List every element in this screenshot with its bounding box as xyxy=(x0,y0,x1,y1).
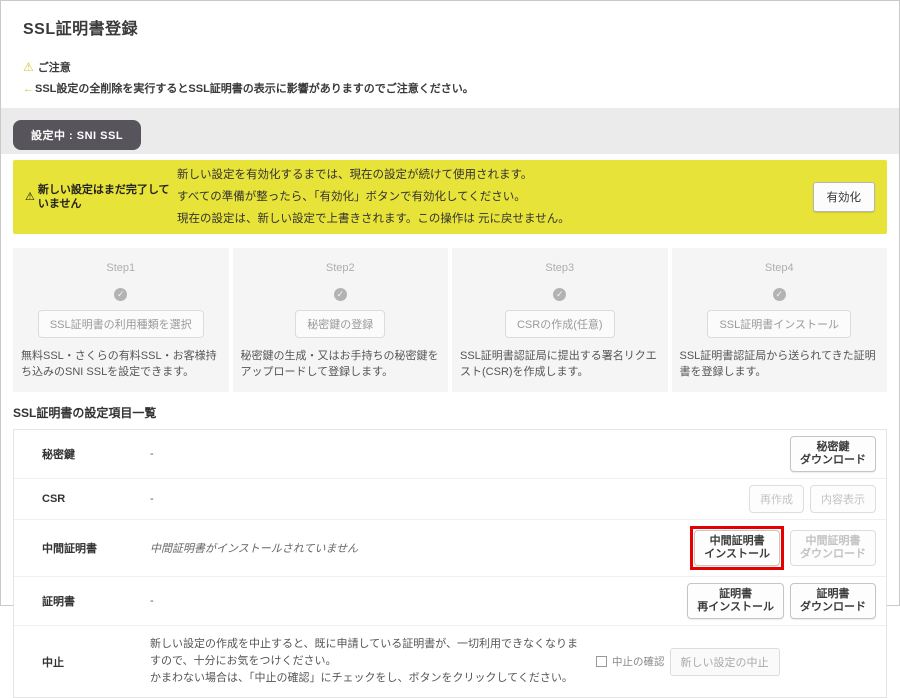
row-label: CSR xyxy=(14,493,150,505)
row-value: - xyxy=(150,448,790,460)
check-circle-icon: ✓ xyxy=(553,288,566,301)
button-label-line: ダウンロード xyxy=(800,601,866,614)
certificate-download-button[interactable]: 証明書 ダウンロード xyxy=(790,583,876,619)
button-label-line: 証明書 xyxy=(800,588,866,601)
button-label-line: ダウンロード xyxy=(800,548,866,561)
check-circle-icon: ✓ xyxy=(334,288,347,301)
arrow-bullet-icon: ← xyxy=(23,83,34,95)
alert-title-group: ⚠ 新しい設定はまだ完了していません xyxy=(25,183,177,212)
button-label-line: 秘密鍵 xyxy=(800,441,866,454)
page-header: SSL証明書登録 xyxy=(1,1,899,39)
abort-new-config-button[interactable]: 新しい設定の中止 xyxy=(670,648,780,676)
alert-title: 新しい設定はまだ完了していません xyxy=(38,183,177,212)
csr-recreate-button[interactable]: 再作成 xyxy=(749,485,804,513)
intermediate-cert-install-button[interactable]: 中間証明書 インストール xyxy=(694,530,780,566)
alert-line-1: 新しい設定を有効化するまでは、現在の設定が続けて使用されます。 xyxy=(177,164,803,186)
red-highlight-annotation: 中間証明書 インストール xyxy=(690,526,784,570)
step1-action-button[interactable]: SSL証明書の利用種類を選択 xyxy=(38,310,204,338)
row-label: 秘密鍵 xyxy=(14,446,150,462)
step-card-1: Step1 ✓ SSL証明書の利用種類を選択 無料SSL・さくらの有料SSL・お… xyxy=(13,248,229,392)
step4-description: SSL証明書認証局から送られてきた証明書を登録します。 xyxy=(678,348,882,380)
step4-action-button[interactable]: SSL証明書インストール xyxy=(707,310,851,338)
button-label-line: 中間証明書 xyxy=(704,535,770,548)
abort-text-1: 新しい設定の作成を中止すると、既に申請している証明書が、一切利用できなくなります… xyxy=(150,636,582,670)
step4-name: Step4 xyxy=(678,262,882,274)
check-circle-icon: ✓ xyxy=(773,288,786,301)
alert-warning-icon: ⚠ xyxy=(25,190,35,204)
row-label: 中止 xyxy=(14,654,150,670)
step3-description: SSL証明書認証局に提出する署名リクエスト(CSR)を作成します。 xyxy=(458,348,662,380)
step3-name: Step3 xyxy=(458,262,662,274)
settings-table: 秘密鍵 - 秘密鍵 ダウンロード CSR - 再作成 内容表示 中間証明書 中間… xyxy=(13,429,887,698)
step-card-2: Step2 ✓ 秘密鍵の登録 秘密鍵の生成・又はお手持ちの秘密鍵をアップロードし… xyxy=(233,248,449,392)
activate-button[interactable]: 有効化 xyxy=(813,182,876,212)
row-value: - xyxy=(150,595,687,607)
private-key-download-button[interactable]: 秘密鍵 ダウンロード xyxy=(790,436,876,472)
abort-confirm-checkbox[interactable] xyxy=(596,656,607,667)
intermediate-cert-download-button[interactable]: 中間証明書 ダウンロード xyxy=(790,530,876,566)
warning-triangle-icon: ⚠ xyxy=(23,61,34,73)
alert-line-3: 現在の設定は、新しい設定で上書きされます。この操作は 元に戻せません。 xyxy=(177,208,803,230)
row-abort: 中止 新しい設定の作成を中止すると、既に申請している証明書が、一切利用できなくな… xyxy=(14,626,886,697)
abort-description: 新しい設定の作成を中止すると、既に申請している証明書が、一切利用できなくなります… xyxy=(150,636,582,687)
button-label-line: インストール xyxy=(704,548,770,561)
step1-description: 無料SSL・さくらの有料SSL・お客様持ち込みのSNI SSLを設定できます。 xyxy=(19,348,223,380)
caution-text: SSL設定の全削除を実行するとSSL証明書の表示に影響がありますのでご注意くださ… xyxy=(35,83,474,95)
button-label-line: 再インストール xyxy=(697,601,774,614)
row-private-key: 秘密鍵 - 秘密鍵 ダウンロード xyxy=(14,430,886,479)
row-value: 中間証明書がインストールされていません xyxy=(150,540,690,556)
step-card-4: Step4 ✓ SSL証明書インストール SSL証明書認証局から送られてきた証明… xyxy=(672,248,888,392)
caution-title: ご注意 xyxy=(38,59,71,75)
step3-action-button[interactable]: CSRの作成(任意) xyxy=(505,310,615,338)
row-label: 中間証明書 xyxy=(14,540,150,556)
step2-name: Step2 xyxy=(239,262,443,274)
alert-description: 新しい設定を有効化するまでは、現在の設定が続けて使用されます。 すべての準備が整… xyxy=(177,164,803,230)
abort-controls: 中止の確認 新しい設定の中止 xyxy=(596,648,780,676)
button-label-line: ダウンロード xyxy=(800,454,866,467)
step2-description: 秘密鍵の生成・又はお手持ちの秘密鍵をアップロードして登録します。 xyxy=(239,348,443,380)
steps-strip: Step1 ✓ SSL証明書の利用種類を選択 無料SSL・さくらの有料SSL・お… xyxy=(13,248,887,392)
abort-confirm-label: 中止の確認 xyxy=(612,654,665,669)
status-band: 設定中 : SNI SSL xyxy=(1,108,899,154)
row-csr: CSR - 再作成 内容表示 xyxy=(14,479,886,520)
page-title: SSL証明書登録 xyxy=(23,15,877,39)
certificate-reinstall-button[interactable]: 証明書 再インストール xyxy=(687,583,784,619)
row-intermediate-cert: 中間証明書 中間証明書がインストールされていません 中間証明書 インストール 中… xyxy=(14,520,886,577)
alert-line-2: すべての準備が整ったら、「有効化」ボタンで有効化してください。 xyxy=(177,186,803,208)
row-certificate: 証明書 - 証明書 再インストール 証明書 ダウンロード xyxy=(14,577,886,626)
settings-heading: SSL証明書の設定項目一覧 xyxy=(13,404,887,421)
row-value: - xyxy=(150,493,749,505)
button-label-line: 証明書 xyxy=(697,588,774,601)
abort-text-2: かまわない場合は、「中止の確認」にチェックをし、ボタンをクリックしてください。 xyxy=(150,670,582,687)
button-label-line: 中間証明書 xyxy=(800,535,866,548)
step-card-3: Step3 ✓ CSRの作成(任意) SSL証明書認証局に提出する署名リクエスト… xyxy=(452,248,668,392)
row-label: 証明書 xyxy=(14,593,150,609)
step2-action-button[interactable]: 秘密鍵の登録 xyxy=(295,310,385,338)
current-config-badge[interactable]: 設定中 : SNI SSL xyxy=(13,120,141,150)
csr-view-button[interactable]: 内容表示 xyxy=(810,485,876,513)
step1-name: Step1 xyxy=(19,262,223,274)
caution-block: ⚠ ご注意 ←SSL設定の全削除を実行するとSSL証明書の表示に影響がありますの… xyxy=(1,59,899,96)
pending-config-alert: ⚠ 新しい設定はまだ完了していません 新しい設定を有効化するまでは、現在の設定が… xyxy=(13,160,887,234)
check-circle-icon: ✓ xyxy=(114,288,127,301)
